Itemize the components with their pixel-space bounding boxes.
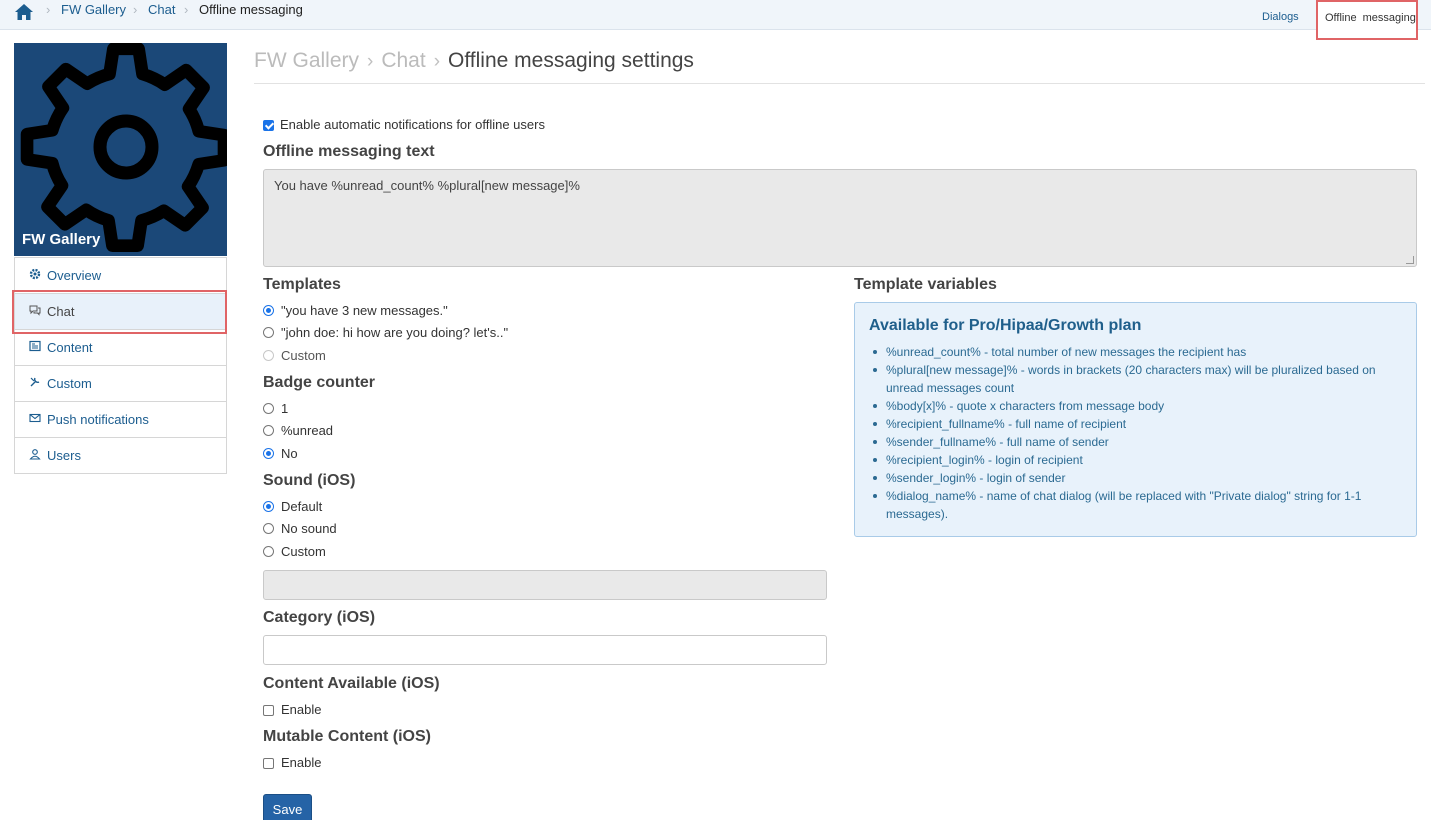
enable-notifications-label: Enable automatic notifications for offli… [280, 117, 545, 132]
sidebar-item-content[interactable]: Content [15, 329, 226, 365]
content-available-heading: Content Available (iOS) [263, 675, 440, 692]
template-radio-2[interactable] [263, 327, 274, 338]
sidebar-nav: Overview Chat Content Custom Push notifi… [14, 257, 227, 474]
template-variables-heading: Template variables [854, 276, 997, 293]
sidebar-item-overview[interactable]: Overview [15, 257, 226, 293]
content-available-label: Enable [281, 702, 322, 717]
sidebar-item-label: Users [47, 448, 81, 463]
badge-radio-1[interactable] [263, 403, 274, 414]
sidebar-item-label: Chat [47, 304, 75, 319]
sound-option-label: Custom [281, 544, 326, 559]
mutable-content-heading: Mutable Content (iOS) [263, 728, 431, 745]
page-title: FW Gallery › Chat › Offline messaging settin… [254, 49, 694, 73]
wrench-icon [30, 377, 40, 387]
sidebar-item-push-notifications[interactable]: Push notifications [15, 401, 226, 437]
chat-icon [29, 305, 41, 316]
breadcrumb-current: Offline messaging [199, 2, 303, 17]
sound-option-label: No sound [281, 521, 337, 536]
template-option-label: "john doe: hi how are you doing? let's..… [281, 325, 509, 340]
mutable-content-checkbox[interactable] [263, 758, 274, 769]
template-variables-list: %unread_count% - total number of new mes… [869, 343, 1399, 523]
sound-option-label: Default [281, 499, 323, 514]
title-crumb-chat[interactable]: Chat [381, 49, 425, 72]
sidebar-item-chat[interactable]: Chat [15, 293, 226, 329]
top-bar: › FW Gallery › Chat › Offline messaging … [0, 0, 1431, 30]
sidebar-item-custom[interactable]: Custom [15, 365, 226, 401]
sidebar-item-users[interactable]: Users [15, 437, 226, 473]
custom-sound-input[interactable] [263, 570, 827, 600]
offline-text-heading: Offline messaging text [263, 143, 435, 160]
offline-text-textarea[interactable]: You have %unread_count% %plural[new mess… [263, 169, 1417, 267]
template-radio-custom[interactable] [263, 350, 274, 361]
badge-option-label: %unread [281, 423, 334, 438]
app-card[interactable]: FW Gallery [14, 43, 227, 256]
template-radio-1[interactable] [263, 305, 274, 316]
template-option-label: "you have 3 new messages." [281, 303, 448, 318]
title-divider [254, 83, 1425, 84]
sound-heading: Sound (iOS) [263, 472, 356, 489]
gear-icon [20, 43, 227, 252]
template-option-label: Custom [281, 348, 326, 363]
sound-radio-custom[interactable] [263, 546, 274, 557]
breadcrumb-separator: › [133, 2, 138, 17]
list-item: %recipient_login% - login of recipient [869, 451, 1399, 469]
breadcrumb-separator: › [184, 2, 189, 17]
list-item: %sender_fullname% - full name of sender [869, 433, 1399, 451]
tab-offline-messaging[interactable]: Offline messaging [1316, 0, 1418, 40]
title-separator: › [433, 51, 441, 72]
category-input[interactable] [263, 635, 827, 665]
badge-radio-no[interactable] [263, 448, 274, 459]
list-item: %plural[new message]% - words in bracket… [869, 361, 1399, 397]
badge-counter-heading: Badge counter [263, 374, 376, 391]
save-button[interactable]: Save [263, 794, 312, 820]
gear-icon [29, 268, 41, 280]
content-available-checkbox[interactable] [263, 705, 274, 716]
title-crumb-fw-gallery[interactable]: FW Gallery [254, 49, 359, 72]
breadcrumb-chat[interactable]: Chat [148, 2, 175, 17]
category-heading: Category (iOS) [263, 609, 376, 626]
user-icon [29, 449, 41, 460]
badge-option-label: No [281, 446, 298, 461]
sound-radio-default[interactable] [263, 501, 274, 512]
list-item: %dialog_name% - name of chat dialog (wil… [869, 487, 1399, 523]
sound-radio-no-sound[interactable] [263, 523, 274, 534]
title-current: Offline messaging settings [448, 49, 694, 72]
sidebar-item-label: Content [47, 340, 93, 355]
templates-heading: Templates [263, 276, 341, 293]
offline-text-value: You have %unread_count% %plural[new mess… [274, 178, 580, 193]
resize-grip-icon[interactable] [1406, 256, 1414, 264]
badge-radio-unread[interactable] [263, 425, 274, 436]
sidebar-item-label: Overview [47, 268, 102, 283]
list-item: %unread_count% - total number of new mes… [869, 343, 1399, 361]
template-variables-box: Available for Pro/Hipaa/Growth plan %unr… [854, 302, 1417, 537]
app-name: FW Gallery [22, 231, 101, 248]
home-icon[interactable] [14, 3, 34, 21]
list-item: %sender_login% - login of sender [869, 469, 1399, 487]
breadcrumb-separator: › [46, 2, 51, 17]
plan-availability-title: Available for Pro/Hipaa/Growth plan [869, 317, 1142, 334]
title-separator: › [367, 51, 374, 72]
sidebar-item-label: Custom [47, 376, 92, 391]
tab-dialogs[interactable]: Dialogs [1262, 11, 1299, 23]
content-icon [29, 340, 41, 352]
list-item: %recipient_fullname% - full name of reci… [869, 415, 1399, 433]
list-item: %body[x]% - quote x characters from mess… [869, 397, 1399, 415]
breadcrumb-fw-gallery[interactable]: FW Gallery [61, 2, 126, 17]
mail-icon [29, 413, 41, 423]
badge-option-label: 1 [281, 401, 289, 416]
sidebar-item-label: Push notifications [47, 412, 149, 427]
mutable-content-label: Enable [281, 755, 322, 770]
enable-notifications-checkbox[interactable] [263, 120, 274, 131]
